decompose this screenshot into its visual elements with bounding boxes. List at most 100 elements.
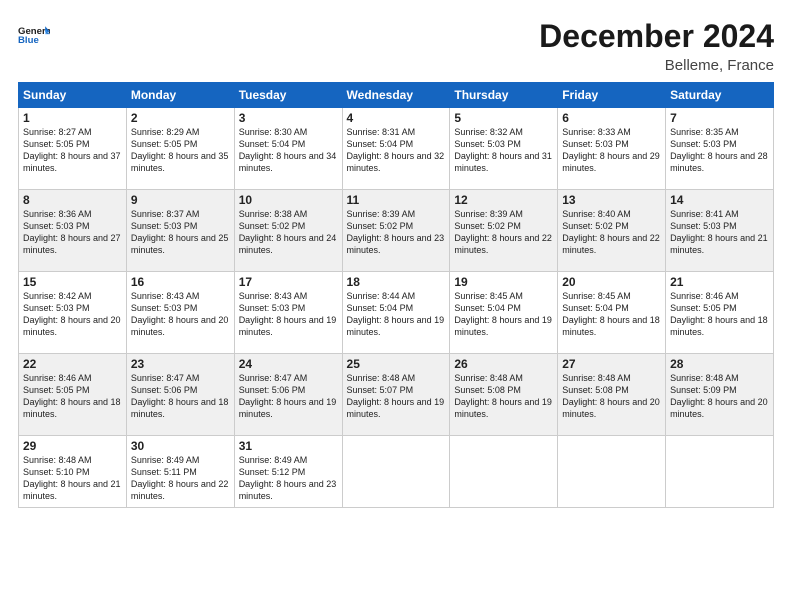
day-number: 5 xyxy=(454,111,553,125)
day-number: 15 xyxy=(23,275,122,289)
day-number: 3 xyxy=(239,111,338,125)
day-number: 2 xyxy=(131,111,230,125)
cell-info: Sunrise: 8:39 AMSunset: 5:02 PMDaylight:… xyxy=(454,208,553,257)
cell-info: Sunrise: 8:27 AMSunset: 5:05 PMDaylight:… xyxy=(23,126,122,175)
day-number: 14 xyxy=(670,193,769,207)
day-number: 9 xyxy=(131,193,230,207)
month-title: December 2024 xyxy=(539,18,774,55)
page: General Blue December 2024 Belleme, Fran… xyxy=(0,0,792,612)
cell-info: Sunrise: 8:33 AMSunset: 5:03 PMDaylight:… xyxy=(562,126,661,175)
calendar-cell: 9Sunrise: 8:37 AMSunset: 5:03 PMDaylight… xyxy=(126,190,234,272)
header: General Blue December 2024 Belleme, Fran… xyxy=(18,18,774,74)
cell-info: Sunrise: 8:36 AMSunset: 5:03 PMDaylight:… xyxy=(23,208,122,257)
logo: General Blue xyxy=(18,18,50,50)
calendar-cell: 11Sunrise: 8:39 AMSunset: 5:02 PMDayligh… xyxy=(342,190,450,272)
cell-info: Sunrise: 8:30 AMSunset: 5:04 PMDaylight:… xyxy=(239,126,338,175)
day-number: 11 xyxy=(347,193,446,207)
calendar-cell: 3Sunrise: 8:30 AMSunset: 5:04 PMDaylight… xyxy=(234,108,342,190)
cell-info: Sunrise: 8:31 AMSunset: 5:04 PMDaylight:… xyxy=(347,126,446,175)
cell-info: Sunrise: 8:49 AMSunset: 5:11 PMDaylight:… xyxy=(131,454,230,503)
calendar-header-tuesday: Tuesday xyxy=(234,83,342,108)
svg-text:Blue: Blue xyxy=(18,35,39,46)
day-number: 29 xyxy=(23,439,122,453)
calendar-header-sunday: Sunday xyxy=(19,83,127,108)
day-number: 8 xyxy=(23,193,122,207)
calendar-cell: 21Sunrise: 8:46 AMSunset: 5:05 PMDayligh… xyxy=(666,272,774,354)
calendar-cell: 30Sunrise: 8:49 AMSunset: 5:11 PMDayligh… xyxy=(126,436,234,508)
cell-info: Sunrise: 8:44 AMSunset: 5:04 PMDaylight:… xyxy=(347,290,446,339)
cell-info: Sunrise: 8:46 AMSunset: 5:05 PMDaylight:… xyxy=(23,372,122,421)
cell-info: Sunrise: 8:42 AMSunset: 5:03 PMDaylight:… xyxy=(23,290,122,339)
cell-info: Sunrise: 8:39 AMSunset: 5:02 PMDaylight:… xyxy=(347,208,446,257)
cell-info: Sunrise: 8:38 AMSunset: 5:02 PMDaylight:… xyxy=(239,208,338,257)
day-number: 26 xyxy=(454,357,553,371)
cell-info: Sunrise: 8:48 AMSunset: 5:08 PMDaylight:… xyxy=(562,372,661,421)
calendar-table: SundayMondayTuesdayWednesdayThursdayFrid… xyxy=(18,82,774,508)
day-number: 10 xyxy=(239,193,338,207)
day-number: 17 xyxy=(239,275,338,289)
day-number: 1 xyxy=(23,111,122,125)
cell-info: Sunrise: 8:45 AMSunset: 5:04 PMDaylight:… xyxy=(562,290,661,339)
calendar-cell: 6Sunrise: 8:33 AMSunset: 5:03 PMDaylight… xyxy=(558,108,666,190)
calendar-cell: 2Sunrise: 8:29 AMSunset: 5:05 PMDaylight… xyxy=(126,108,234,190)
calendar-cell: 22Sunrise: 8:46 AMSunset: 5:05 PMDayligh… xyxy=(19,354,127,436)
day-number: 13 xyxy=(562,193,661,207)
calendar-cell xyxy=(666,436,774,508)
calendar-header-thursday: Thursday xyxy=(450,83,558,108)
calendar-cell: 27Sunrise: 8:48 AMSunset: 5:08 PMDayligh… xyxy=(558,354,666,436)
cell-info: Sunrise: 8:48 AMSunset: 5:08 PMDaylight:… xyxy=(454,372,553,421)
cell-info: Sunrise: 8:43 AMSunset: 5:03 PMDaylight:… xyxy=(131,290,230,339)
day-number: 23 xyxy=(131,357,230,371)
cell-info: Sunrise: 8:41 AMSunset: 5:03 PMDaylight:… xyxy=(670,208,769,257)
day-number: 27 xyxy=(562,357,661,371)
cell-info: Sunrise: 8:32 AMSunset: 5:03 PMDaylight:… xyxy=(454,126,553,175)
day-number: 7 xyxy=(670,111,769,125)
calendar-cell: 5Sunrise: 8:32 AMSunset: 5:03 PMDaylight… xyxy=(450,108,558,190)
cell-info: Sunrise: 8:48 AMSunset: 5:07 PMDaylight:… xyxy=(347,372,446,421)
calendar-cell: 23Sunrise: 8:47 AMSunset: 5:06 PMDayligh… xyxy=(126,354,234,436)
day-number: 4 xyxy=(347,111,446,125)
day-number: 16 xyxy=(131,275,230,289)
calendar-cell: 20Sunrise: 8:45 AMSunset: 5:04 PMDayligh… xyxy=(558,272,666,354)
location: Belleme, France xyxy=(539,57,774,74)
calendar-cell: 31Sunrise: 8:49 AMSunset: 5:12 PMDayligh… xyxy=(234,436,342,508)
calendar-cell: 18Sunrise: 8:44 AMSunset: 5:04 PMDayligh… xyxy=(342,272,450,354)
day-number: 21 xyxy=(670,275,769,289)
day-number: 12 xyxy=(454,193,553,207)
cell-info: Sunrise: 8:46 AMSunset: 5:05 PMDaylight:… xyxy=(670,290,769,339)
calendar-cell: 12Sunrise: 8:39 AMSunset: 5:02 PMDayligh… xyxy=(450,190,558,272)
calendar-cell: 19Sunrise: 8:45 AMSunset: 5:04 PMDayligh… xyxy=(450,272,558,354)
title-block: December 2024 Belleme, France xyxy=(539,18,774,74)
day-number: 18 xyxy=(347,275,446,289)
cell-info: Sunrise: 8:37 AMSunset: 5:03 PMDaylight:… xyxy=(131,208,230,257)
day-number: 19 xyxy=(454,275,553,289)
day-number: 25 xyxy=(347,357,446,371)
day-number: 6 xyxy=(562,111,661,125)
calendar-cell: 14Sunrise: 8:41 AMSunset: 5:03 PMDayligh… xyxy=(666,190,774,272)
day-number: 24 xyxy=(239,357,338,371)
calendar-cell: 25Sunrise: 8:48 AMSunset: 5:07 PMDayligh… xyxy=(342,354,450,436)
cell-info: Sunrise: 8:48 AMSunset: 5:10 PMDaylight:… xyxy=(23,454,122,503)
calendar-header-friday: Friday xyxy=(558,83,666,108)
cell-info: Sunrise: 8:40 AMSunset: 5:02 PMDaylight:… xyxy=(562,208,661,257)
logo-image: General Blue xyxy=(18,18,50,50)
calendar-cell: 8Sunrise: 8:36 AMSunset: 5:03 PMDaylight… xyxy=(19,190,127,272)
calendar-cell: 15Sunrise: 8:42 AMSunset: 5:03 PMDayligh… xyxy=(19,272,127,354)
calendar-cell: 26Sunrise: 8:48 AMSunset: 5:08 PMDayligh… xyxy=(450,354,558,436)
calendar-cell: 10Sunrise: 8:38 AMSunset: 5:02 PMDayligh… xyxy=(234,190,342,272)
calendar-cell: 17Sunrise: 8:43 AMSunset: 5:03 PMDayligh… xyxy=(234,272,342,354)
calendar-cell: 24Sunrise: 8:47 AMSunset: 5:06 PMDayligh… xyxy=(234,354,342,436)
calendar-cell: 4Sunrise: 8:31 AMSunset: 5:04 PMDaylight… xyxy=(342,108,450,190)
calendar-header-wednesday: Wednesday xyxy=(342,83,450,108)
calendar-header-saturday: Saturday xyxy=(666,83,774,108)
cell-info: Sunrise: 8:47 AMSunset: 5:06 PMDaylight:… xyxy=(239,372,338,421)
calendar-cell: 1Sunrise: 8:27 AMSunset: 5:05 PMDaylight… xyxy=(19,108,127,190)
calendar-cell: 29Sunrise: 8:48 AMSunset: 5:10 PMDayligh… xyxy=(19,436,127,508)
calendar-cell xyxy=(342,436,450,508)
cell-info: Sunrise: 8:45 AMSunset: 5:04 PMDaylight:… xyxy=(454,290,553,339)
calendar-cell: 16Sunrise: 8:43 AMSunset: 5:03 PMDayligh… xyxy=(126,272,234,354)
day-number: 30 xyxy=(131,439,230,453)
cell-info: Sunrise: 8:49 AMSunset: 5:12 PMDaylight:… xyxy=(239,454,338,503)
calendar-cell xyxy=(450,436,558,508)
calendar-cell: 13Sunrise: 8:40 AMSunset: 5:02 PMDayligh… xyxy=(558,190,666,272)
